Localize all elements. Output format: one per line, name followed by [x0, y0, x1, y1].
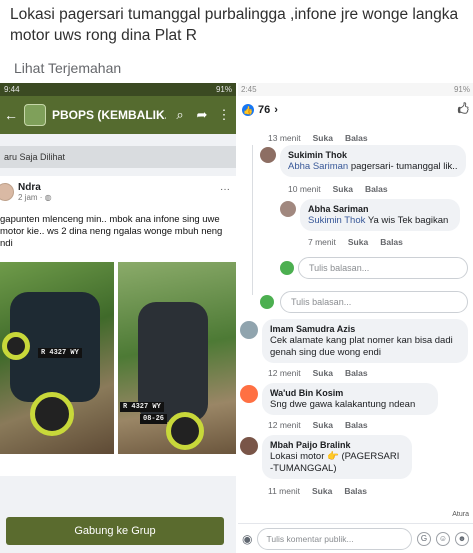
license-plate-2-date: 08-26 — [140, 414, 168, 424]
license-plate-1: R 4327 WY — [38, 348, 82, 358]
like-link[interactable]: Suka — [313, 368, 333, 378]
comment-text: Ya wis Tek bagikan — [365, 215, 449, 226]
commenter-name[interactable]: Mbah Paijo Bralink — [270, 439, 404, 451]
like-link[interactable]: Suka — [313, 420, 333, 430]
license-plate-2: R 4327 WY — [120, 402, 164, 412]
avatar[interactable] — [280, 201, 296, 217]
group-app-bar: ← PBOPS (KEMBALIK... ⌕ ➦ ⋮ — [0, 96, 236, 134]
status-bar: 9:44 91% — [0, 83, 236, 96]
avatar — [260, 295, 274, 309]
reply-link[interactable]: Balas — [345, 133, 368, 143]
comment-time: 7 menit — [308, 237, 336, 247]
comment-time: 12 menit — [268, 368, 301, 378]
like-link[interactable]: Suka — [333, 184, 353, 194]
share-icon[interactable]: ➦ — [194, 107, 210, 123]
commenter-name[interactable]: Imam Samudra Azis — [270, 323, 460, 335]
comment-time: 11 menit — [268, 486, 300, 496]
left-screenshot: 9:44 91% ← PBOPS (KEMBALIK... ⌕ ➦ ⋮ aru … — [0, 83, 236, 553]
comment-bubble: Wa'ud Bin Kosim Sng dwe gawa kalakantung… — [262, 383, 438, 415]
reply-link[interactable]: Balas — [365, 184, 388, 194]
chevron-right-icon[interactable]: › — [274, 104, 278, 116]
motorcycle-photo-1[interactable]: R 4327 WY — [0, 262, 114, 454]
right-screenshot: 2:45 91% 👍 76 › 🖒 13 menit Suka Balas Su… — [238, 83, 473, 553]
author-name[interactable]: Ndra — [18, 182, 52, 193]
thumb-up-icon[interactable]: 🖒 — [457, 100, 469, 121]
reaction-count[interactable]: 76 — [258, 104, 270, 116]
like-link[interactable]: Suka — [312, 486, 332, 496]
group-title[interactable]: PBOPS (KEMBALIK... — [52, 108, 166, 122]
post-card: Ndra 2 jam · ◍ ··· gapunten mlenceng min… — [0, 176, 236, 476]
mention-link[interactable]: Abha Sariman — [288, 161, 348, 172]
reply-link[interactable]: Balas — [345, 420, 368, 430]
camera-icon[interactable]: ◉ — [242, 532, 252, 546]
post-time: 2 jam · — [18, 193, 45, 202]
comment-meta: 12 menit Suka Balas — [268, 420, 368, 430]
battery-level: 91% — [453, 85, 470, 94]
comment-meta: 7 menit Suka Balas — [308, 237, 403, 247]
battery-level: 91% — [215, 85, 232, 94]
more-icon[interactable]: ⋮ — [216, 107, 232, 123]
comment-bubble: Sukimin Thok Abha Sariman pagersari- tum… — [280, 145, 466, 177]
like-link[interactable]: Suka — [348, 237, 368, 247]
reply-input[interactable]: Tulis balasan... — [298, 257, 468, 279]
post-body: gapunten mlenceng min.. mbok ana infone … — [0, 214, 223, 249]
avatar[interactable] — [240, 321, 258, 339]
like-icon: 👍 — [242, 104, 254, 116]
comment-time: 13 menit — [268, 133, 301, 143]
translate-link[interactable]: Lihat Terjemahan — [14, 60, 121, 76]
atura-label[interactable]: Atura — [452, 511, 469, 518]
group-icon — [24, 104, 46, 126]
comment-input[interactable]: Tulis komentar publik... — [257, 527, 412, 550]
comment-bubble: Mbah Paijo Bralink Lokasi motor 👉 (PAGER… — [262, 435, 412, 479]
commenter-name[interactable]: Sukimin Thok — [288, 149, 458, 161]
comment-bubble: Imam Samudra Azis Cek alamate kang plat … — [262, 319, 468, 363]
status-time: 9:44 — [4, 85, 20, 94]
avatar[interactable] — [260, 147, 276, 163]
post-author-row: Ndra 2 jam · ◍ — [0, 182, 52, 202]
search-icon[interactable]: ⌕ — [172, 107, 188, 123]
commenter-name[interactable]: Abha Sariman — [308, 203, 452, 215]
commenter-name[interactable]: Wa'ud Bin Kosim — [270, 387, 430, 399]
comment-bubble: Abha Sariman Sukimin Thok Ya wis Tek bag… — [300, 199, 460, 231]
comment-text: Cek alamate kang plat nomer kan bisa dad… — [270, 335, 453, 358]
comment-time: 12 menit — [268, 420, 301, 430]
join-group-button[interactable]: Gabung ke Grup — [6, 517, 224, 545]
comment-text: Sng dwe gawa kalakantung ndean — [270, 399, 416, 410]
emoji-icon[interactable]: ☻ — [455, 531, 469, 546]
recently-viewed-bar: aru Saja Dilihat — [0, 146, 236, 168]
comment-text: pagersari- tumanggal lik.. — [348, 161, 458, 172]
post-text: Lokasi pagersari tumanggal purbalingga ,… — [10, 6, 459, 44]
avatar[interactable] — [240, 385, 258, 403]
reply-link[interactable]: Balas — [345, 368, 368, 378]
avatar[interactable] — [0, 183, 14, 201]
more-dots-icon[interactable]: ··· — [220, 184, 230, 195]
reactions-header: 👍 76 › 🖒 — [238, 96, 473, 124]
motorcycle-photo-2[interactable]: R 4327 WY 08-26 — [118, 262, 236, 454]
globe-icon: ◍ — [44, 193, 52, 202]
gif-icon[interactable]: G — [417, 531, 431, 546]
comment-composer: ◉ Tulis komentar publik... G ☺ ☻ — [238, 523, 473, 553]
like-link[interactable]: Suka — [313, 133, 333, 143]
comment-time: 10 menit — [288, 184, 321, 194]
status-bar: 2:45 91% — [238, 83, 473, 96]
avatar[interactable] — [240, 437, 258, 455]
sticker-icon[interactable]: ☺ — [436, 531, 450, 546]
reply-input[interactable]: Tulis balasan... — [280, 291, 468, 313]
comment-meta: 13 menit Suka Balas — [268, 133, 368, 143]
reply-link[interactable]: Balas — [344, 486, 367, 496]
back-arrow-icon[interactable]: ← — [4, 107, 18, 123]
comment-meta: 12 menit Suka Balas — [268, 368, 368, 378]
mention-link[interactable]: Sukimin Thok — [308, 215, 365, 226]
thread-line — [252, 145, 253, 295]
comment-meta: 11 menit Suka Balas — [268, 486, 367, 496]
comment-text: Lokasi motor 👉 (PAGERSARI -TUMANGGAL) — [270, 451, 400, 474]
status-time: 2:45 — [241, 85, 257, 94]
comment-meta: 10 menit Suka Balas — [288, 184, 388, 194]
reply-link[interactable]: Balas — [380, 237, 403, 247]
avatar — [280, 261, 294, 275]
